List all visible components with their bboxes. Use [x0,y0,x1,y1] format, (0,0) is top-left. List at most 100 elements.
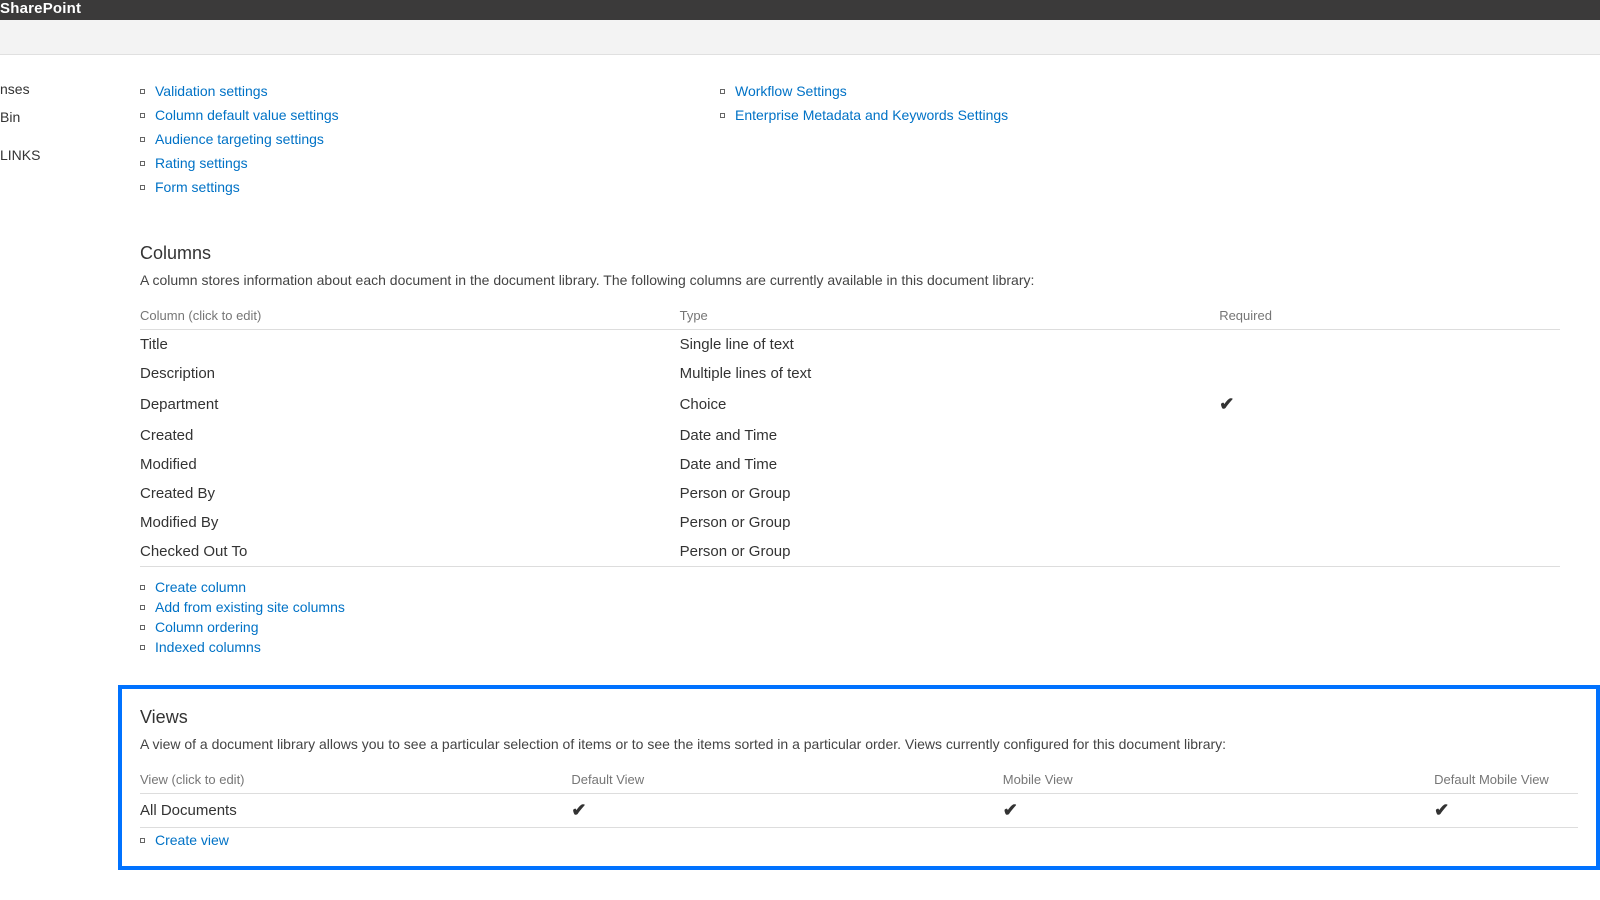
settings-link[interactable]: Form settings [140,179,520,195]
column-required-cell [1219,508,1560,537]
create-view-link[interactable]: Create view [140,832,1578,848]
view-header-default: Default View [571,766,1002,794]
column-name-cell[interactable]: Created By [140,479,680,508]
bullet-icon [720,89,725,94]
column-type-cell: Multiple lines of text [680,359,1220,388]
column-required-cell [1219,450,1560,479]
col-header-name: Column (click to edit) [140,302,680,330]
settings-link[interactable]: Enterprise Metadata and Keywords Setting… [720,107,1100,123]
main-content: Validation settings Column default value… [120,55,1600,890]
column-name-cell[interactable]: Title [140,330,680,360]
check-icon: ✔ [1003,800,1018,820]
link-label: Add from existing site columns [155,599,345,615]
link-label: Form settings [155,179,240,195]
bullet-icon [140,625,145,630]
column-type-cell: Date and Time [680,421,1220,450]
ribbon-bar [0,20,1600,55]
column-name-cell[interactable]: Created [140,421,680,450]
check-icon: ✔ [1434,800,1449,820]
table-row: Created ByPerson or Group [140,479,1560,508]
view-header-mobile: Mobile View [1003,766,1434,794]
views-table: View (click to edit) Default View Mobile… [140,766,1578,828]
view-mobile-cell: ✔ [1003,794,1434,828]
bullet-icon [720,113,725,118]
column-required-cell [1219,479,1560,508]
view-default-cell: ✔ [571,794,1002,828]
general-settings-grid: Validation settings Column default value… [140,75,1560,203]
column-name-cell[interactable]: Description [140,359,680,388]
bullet-icon [140,585,145,590]
nav-item[interactable]: Bin [0,103,120,131]
link-label: Rating settings [155,155,248,171]
column-ordering-link[interactable]: Column ordering [140,619,1560,635]
views-section-highlighted: Views A view of a document library allow… [118,685,1600,870]
column-type-cell: Person or Group [680,508,1220,537]
link-label: Workflow Settings [735,83,847,99]
views-section-title: Views [140,707,1578,728]
bullet-icon [140,89,145,94]
column-required-cell: ✔ [1219,388,1560,421]
link-label: Indexed columns [155,639,261,655]
view-defmobile-cell: ✔ [1434,794,1578,828]
nav-item[interactable]: nses [0,75,120,103]
views-actions: Create view [140,832,1578,848]
bullet-icon [140,838,145,843]
bullet-icon [140,113,145,118]
columns-table: Column (click to edit) Type Required Tit… [140,302,1560,567]
column-type-cell: Date and Time [680,450,1220,479]
table-row: TitleSingle line of text [140,330,1560,360]
table-row: ModifiedDate and Time [140,450,1560,479]
link-label: Column ordering [155,619,259,635]
table-row: Checked Out ToPerson or Group [140,537,1560,567]
check-icon: ✔ [571,800,586,820]
brand-label: SharePoint [0,0,89,21]
link-label: Column default value settings [155,107,339,123]
indexed-columns-link[interactable]: Indexed columns [140,639,1560,655]
settings-link[interactable]: Rating settings [140,155,520,171]
column-name-cell[interactable]: Modified By [140,508,680,537]
check-icon: ✔ [1219,394,1234,414]
link-label: Create view [155,832,229,848]
column-type-cell: Person or Group [680,479,1220,508]
bullet-icon [140,161,145,166]
column-required-cell [1219,330,1560,360]
bullet-icon [140,645,145,650]
view-header-name: View (click to edit) [140,766,571,794]
settings-link[interactable]: Workflow Settings [720,83,1100,99]
columns-actions: Create column Add from existing site col… [140,579,1560,655]
view-name-cell[interactable]: All Documents [140,794,571,828]
columns-section-desc: A column stores information about each d… [140,272,1560,288]
bullet-icon [140,185,145,190]
top-header: SharePoint [0,0,1600,20]
table-row: DescriptionMultiple lines of text [140,359,1560,388]
create-column-link[interactable]: Create column [140,579,1560,595]
settings-link[interactable]: Audience targeting settings [140,131,520,147]
columns-section-title: Columns [140,243,1560,264]
general-settings-col2: Workflow Settings Enterprise Metadata an… [720,75,1100,203]
column-required-cell [1219,359,1560,388]
left-nav: nses Bin LINKS [0,55,120,890]
column-name-cell[interactable]: Modified [140,450,680,479]
link-label: Enterprise Metadata and Keywords Setting… [735,107,1008,123]
column-required-cell [1219,537,1560,567]
table-row: Modified ByPerson or Group [140,508,1560,537]
add-existing-column-link[interactable]: Add from existing site columns [140,599,1560,615]
column-name-cell[interactable]: Checked Out To [140,537,680,567]
view-header-defmobile: Default Mobile View [1434,766,1578,794]
column-name-cell[interactable]: Department [140,388,680,421]
views-section-desc: A view of a document library allows you … [140,736,1578,752]
general-settings-col1: Validation settings Column default value… [140,75,520,203]
link-label: Audience targeting settings [155,131,324,147]
settings-link[interactable]: Column default value settings [140,107,520,123]
nav-edit-links[interactable]: LINKS [0,141,120,169]
bullet-icon [140,137,145,142]
col-header-type: Type [680,302,1220,330]
link-label: Create column [155,579,246,595]
settings-link[interactable]: Validation settings [140,83,520,99]
column-type-cell: Single line of text [680,330,1220,360]
column-type-cell: Choice [680,388,1220,421]
table-row: CreatedDate and Time [140,421,1560,450]
table-row: DepartmentChoice✔ [140,388,1560,421]
bullet-icon [140,605,145,610]
column-type-cell: Person or Group [680,537,1220,567]
